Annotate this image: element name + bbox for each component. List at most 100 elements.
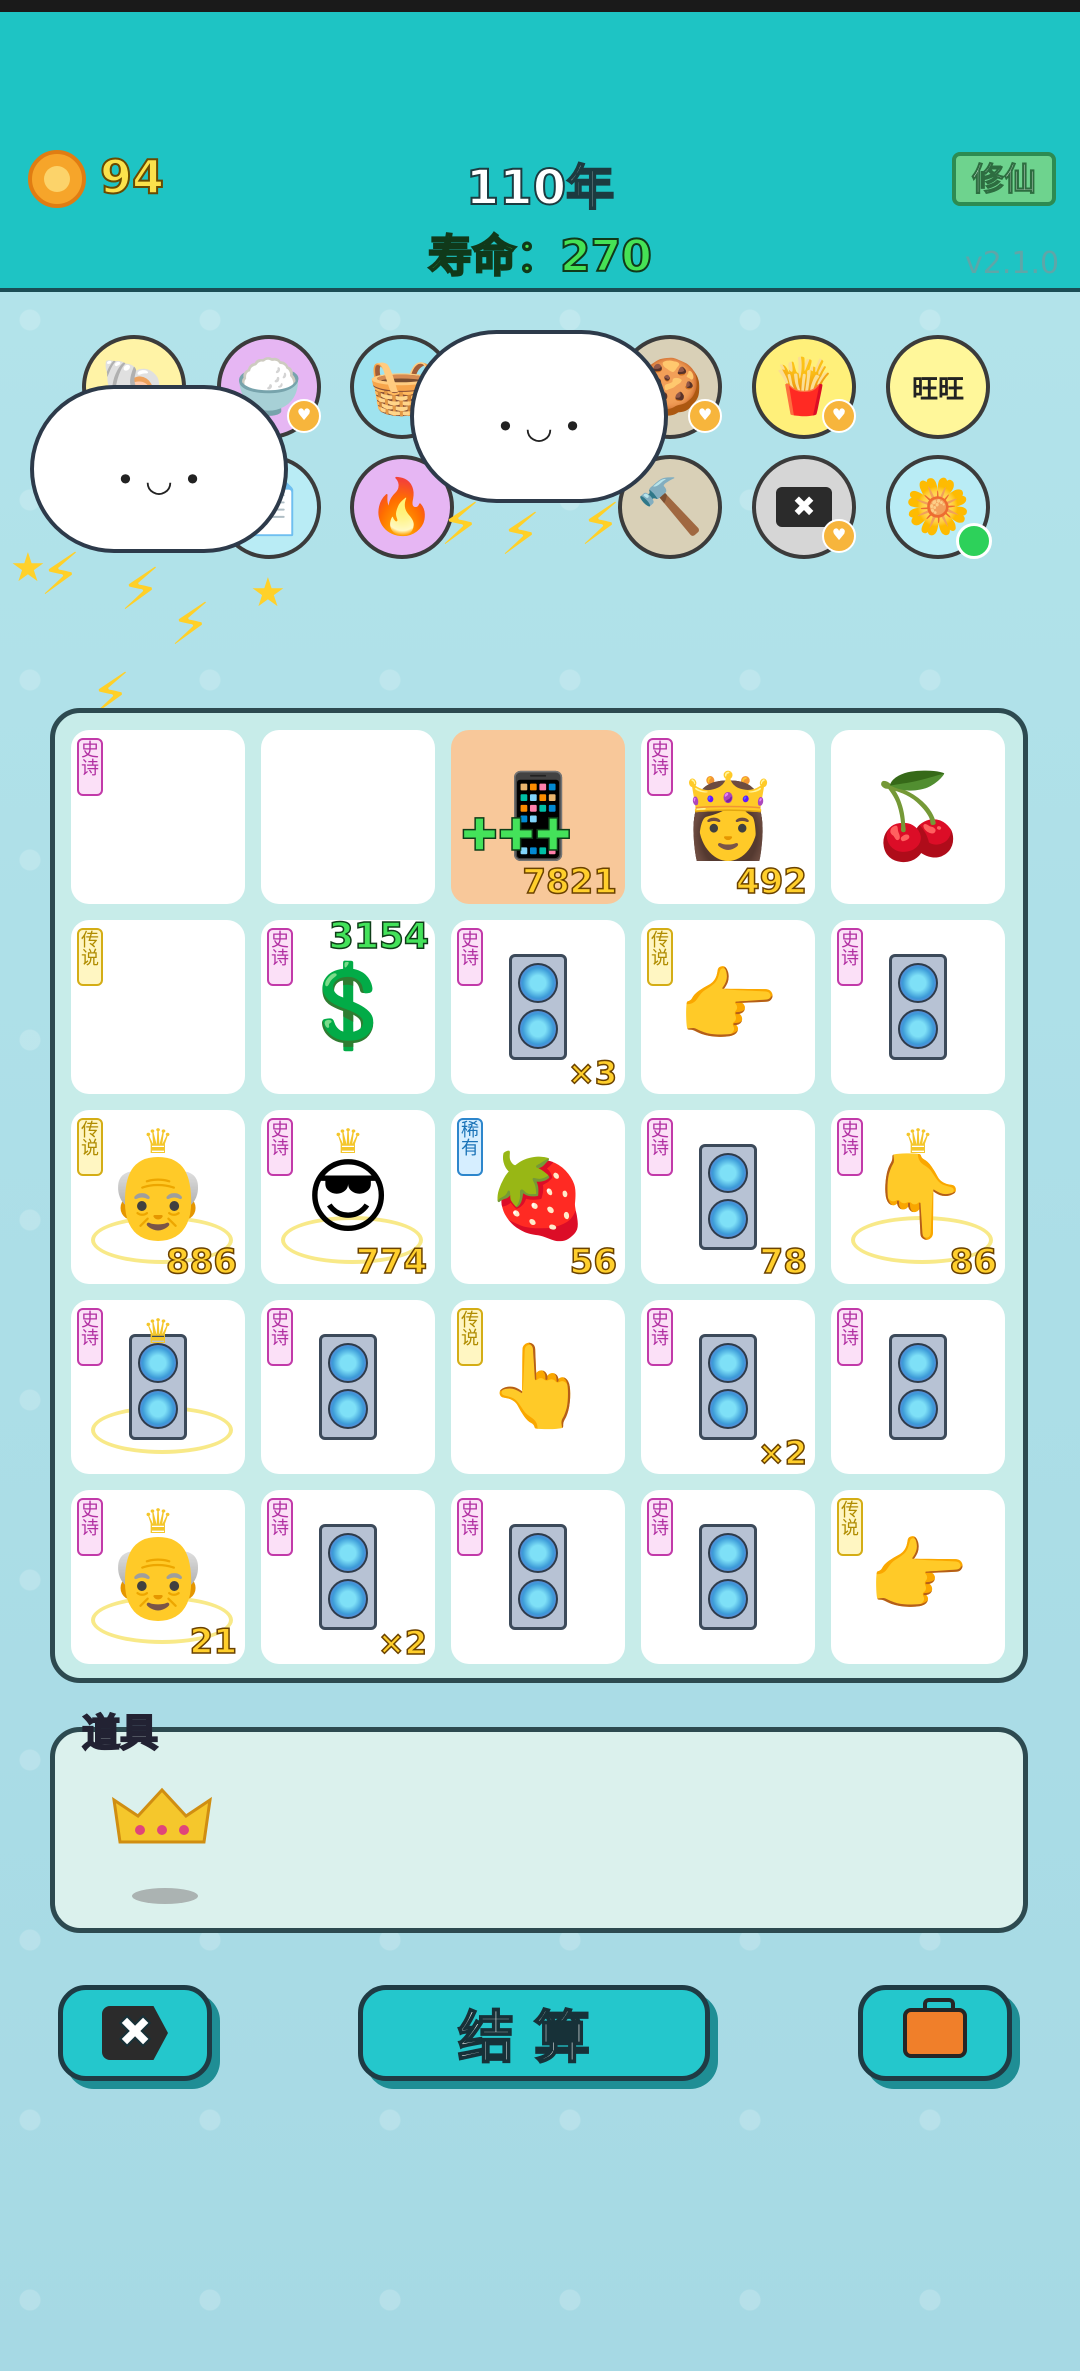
cultivate-button[interactable]: 修仙: [952, 152, 1056, 206]
graphics-card-body: [509, 954, 567, 1060]
crown-icon: ♛: [902, 1122, 934, 1162]
crown-item-icon[interactable]: [110, 1786, 214, 1846]
graphics-card-body: [699, 1524, 757, 1630]
board-cell[interactable]: 👉 传说: [641, 920, 815, 1094]
bag-button[interactable]: [858, 1985, 1012, 2081]
board-cell[interactable]: 史诗: [831, 1300, 1005, 1474]
year-display: 110年: [465, 159, 615, 217]
board-cell[interactable]: 史诗: [641, 1490, 815, 1664]
floating-score: 3154: [328, 915, 430, 958]
crown-icon: ♛: [142, 1502, 174, 1542]
board-cell[interactable]: ♛ 史诗: [71, 1300, 245, 1474]
heart-badge-icon: ♥: [688, 399, 722, 433]
graphics-card-body: [509, 1524, 567, 1630]
remove-button[interactable]: ✖: [58, 1985, 212, 2081]
lifespan-display: 寿命：270: [427, 230, 653, 283]
board-cell[interactable]: 史诗 ×2: [261, 1490, 435, 1664]
board-cell[interactable]: 🍒: [831, 730, 1005, 904]
board-cell[interactable]: 📱 7821 ✚✚✚: [451, 730, 625, 904]
rarity-tag: 传说: [77, 928, 103, 986]
rarity-tag: 史诗: [647, 1308, 673, 1366]
board-cell[interactable]: 👴 ♛ 史诗 21: [71, 1490, 245, 1664]
wang-wang-icon[interactable]: 旺旺: [886, 335, 990, 439]
graphics-card-body: [889, 954, 947, 1060]
board-cell[interactable]: 史诗 ×2: [641, 1300, 815, 1474]
items-label: 道具: [81, 1710, 159, 1756]
remove-icon: ✖: [102, 2006, 168, 2060]
board-cell[interactable]: 😎 ♛ 史诗 774: [261, 1110, 435, 1284]
board-cell[interactable]: 史诗 ×3: [451, 920, 625, 1094]
board-cell[interactable]: 史诗: [451, 1490, 625, 1664]
rarity-tag: 史诗: [837, 928, 863, 986]
board-cell[interactable]: 史诗: [71, 730, 245, 904]
graphics-card-body: [889, 1334, 947, 1440]
rarity-tag: 史诗: [267, 1308, 293, 1366]
top-header: 94 110年 寿命：270 修仙 v2.1.0: [0, 0, 1080, 292]
board-cell[interactable]: 史诗: [831, 920, 1005, 1094]
heart-badge-icon: ♥: [822, 519, 856, 553]
board-cell[interactable]: 👸 史诗 492: [641, 730, 815, 904]
remove-tag-icon[interactable]: ✖ ♥: [752, 455, 856, 559]
rarity-tag: 史诗: [267, 1498, 293, 1556]
flower-pot-icon[interactable]: 🌼: [886, 455, 992, 559]
board-cell[interactable]: 💲 史诗 3154: [261, 915, 435, 1094]
rarity-tag: 史诗: [837, 1118, 863, 1176]
fries-icon[interactable]: 🍟 ♥: [752, 335, 856, 439]
settle-button[interactable]: 结算: [358, 1985, 710, 2081]
cloud-effect-left: • ◡ •: [30, 385, 288, 553]
lightning-bolt-icon: ⚡: [120, 555, 161, 623]
value-label: 774: [355, 1241, 427, 1283]
board-cell[interactable]: [261, 730, 435, 904]
briefcase-icon: [903, 1998, 967, 2058]
graphics-card-body: [319, 1524, 377, 1630]
value-label: 78: [759, 1241, 808, 1283]
version-label: v2.1.0: [965, 246, 1060, 281]
value-label: 21: [189, 1621, 238, 1663]
lightning-bolt-icon: ⚡: [500, 500, 541, 568]
lightning-bolt-icon: ⚡: [40, 540, 81, 608]
multiplier-label: ×2: [377, 1623, 428, 1663]
rarity-tag: 史诗: [647, 1118, 673, 1176]
cloud-effect-right: • ◡ •: [410, 330, 668, 503]
rarity-tag: 史诗: [457, 1498, 483, 1556]
rarity-tag: 史诗: [77, 738, 103, 796]
rarity-tag: 史诗: [647, 1498, 673, 1556]
rarity-tag: 传说: [457, 1308, 483, 1366]
star-icon: ★: [250, 570, 286, 616]
board-cell[interactable]: 👴 ♛ 传说 886: [71, 1110, 245, 1284]
board-cell[interactable]: 史诗 78: [641, 1110, 815, 1284]
crown-icon: ♛: [332, 1122, 364, 1162]
value-label: 886: [165, 1241, 237, 1283]
board-cell[interactable]: 👆 传说: [451, 1300, 625, 1474]
board-cell[interactable]: 史诗: [261, 1300, 435, 1474]
lightning-bolt-icon: ⚡: [580, 490, 621, 558]
rarity-tag: 史诗: [647, 738, 673, 796]
graphics-card-body: [699, 1144, 757, 1250]
rarity-tag: 史诗: [267, 928, 293, 986]
board-cell[interactable]: 🍓 稀有 56: [451, 1110, 625, 1284]
settle-label: 结算: [457, 2005, 610, 2072]
cell-item-icon: 🍒: [866, 769, 970, 864]
lightning-bolt-icon: ⚡: [440, 490, 481, 558]
board-cell[interactable]: 👇 ♛ 史诗 86: [831, 1110, 1005, 1284]
status-dot-icon: [956, 523, 992, 559]
multiplier-label: ×2: [757, 1433, 808, 1473]
rarity-tag: 史诗: [77, 1308, 103, 1366]
rarity-tag: 稀有: [457, 1118, 483, 1176]
graphics-card-body: [699, 1334, 757, 1440]
rarity-tag: 史诗: [837, 1308, 863, 1366]
graphics-card-body: [319, 1334, 377, 1440]
crown-icon: ♛: [142, 1122, 174, 1162]
plus-effect-icon: ✚✚✚: [460, 809, 572, 862]
star-icon: ★: [10, 545, 46, 591]
rarity-tag: 史诗: [77, 1498, 103, 1556]
heart-badge-icon: ♥: [822, 399, 856, 433]
item-shadow: [132, 1888, 198, 1904]
board-cell[interactable]: 传说: [71, 920, 245, 1094]
rarity-tag: 史诗: [457, 928, 483, 986]
board-cell[interactable]: 👉 传说: [831, 1490, 1005, 1664]
value-label: 86: [949, 1241, 998, 1283]
rarity-tag: 史诗: [267, 1118, 293, 1176]
value-label: 492: [735, 861, 807, 903]
rarity-tag: 传说: [77, 1118, 103, 1176]
